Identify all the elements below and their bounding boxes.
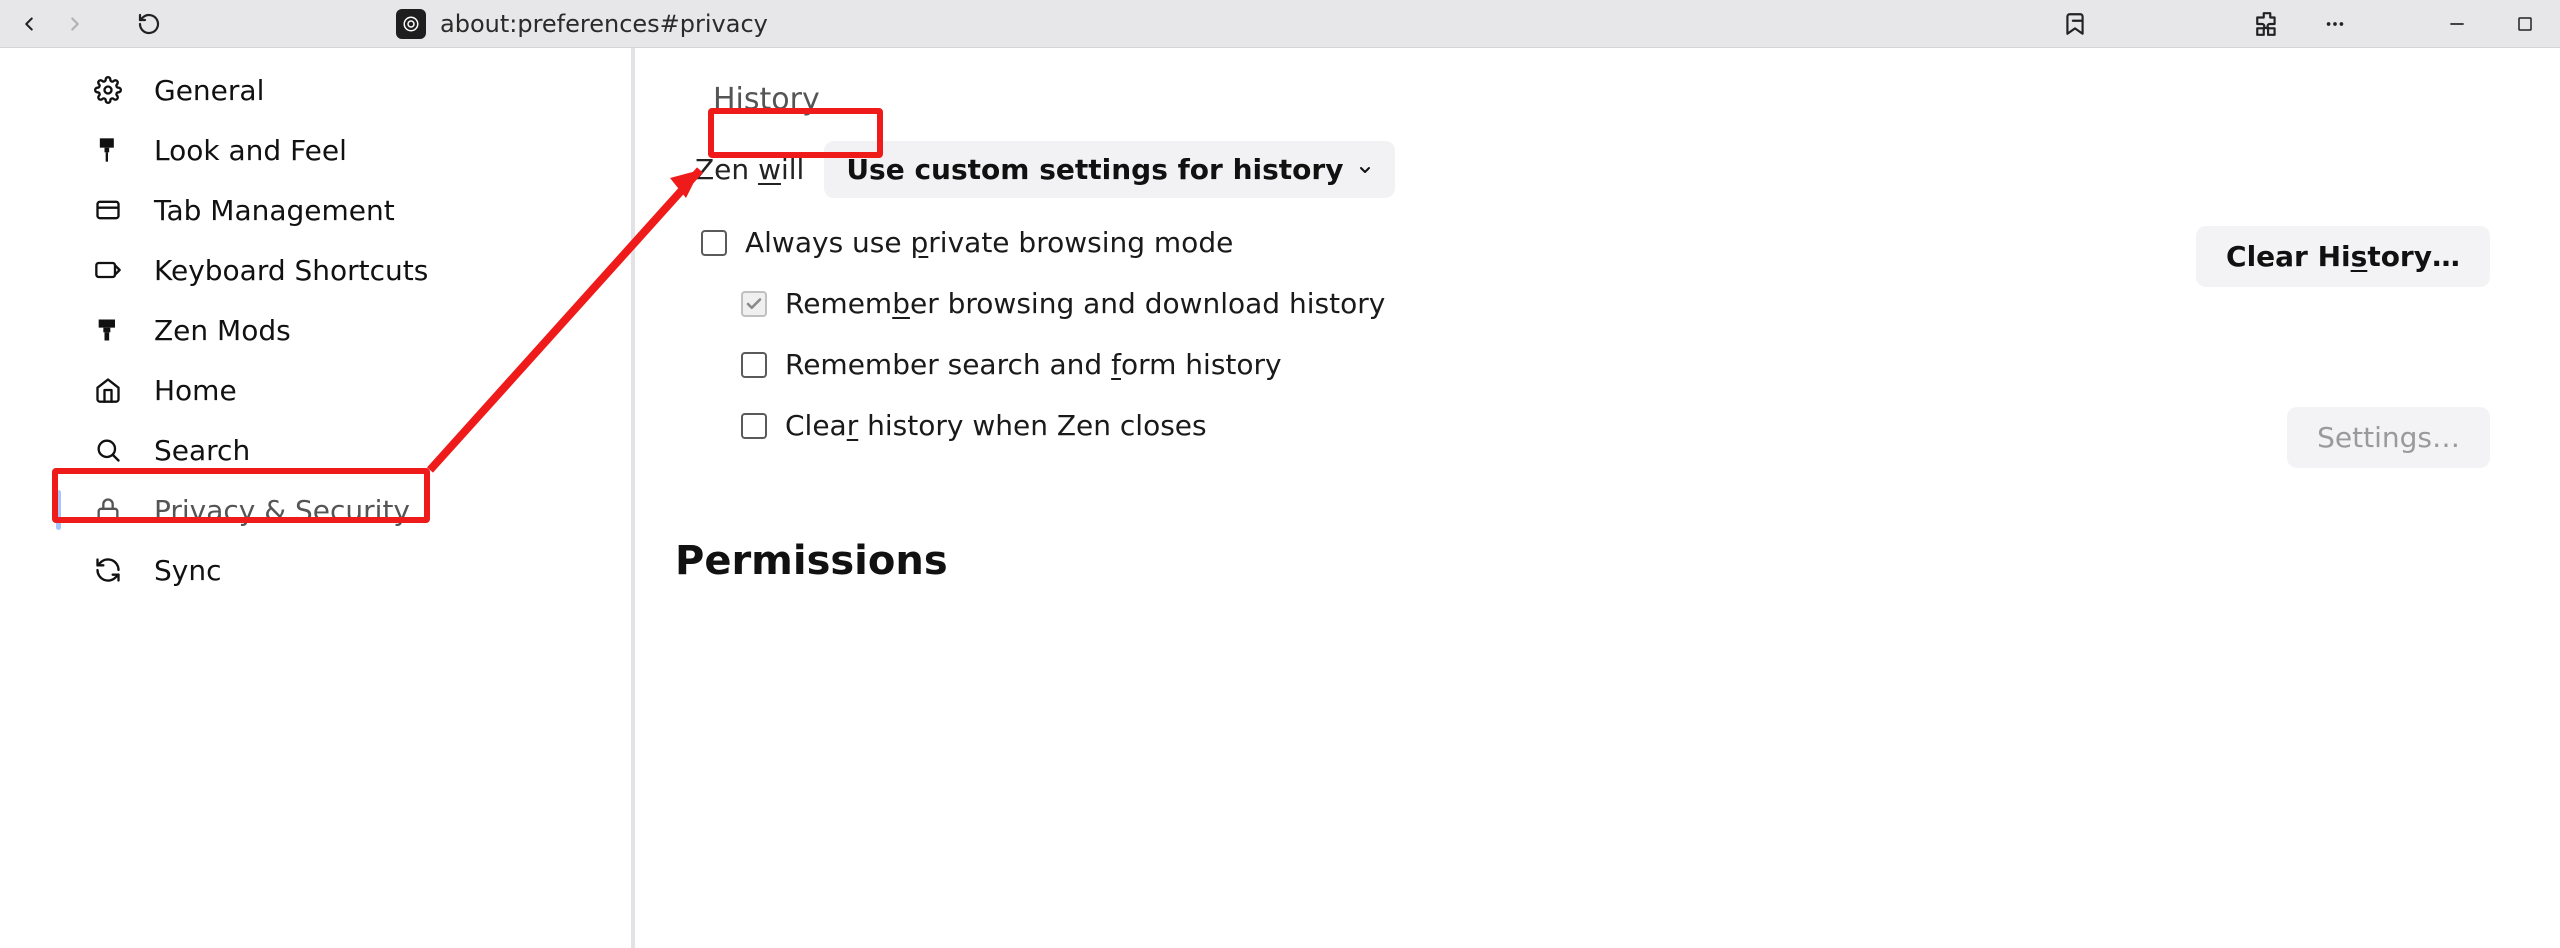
- home-icon: [92, 374, 124, 406]
- mods-icon: [92, 314, 124, 346]
- checkbox-unchecked-icon[interactable]: [741, 352, 767, 378]
- main-content: History Zen will Use custom settings for…: [635, 48, 2560, 948]
- remember-search-option[interactable]: Remember search and form history: [701, 348, 1385, 381]
- reload-button[interactable]: [130, 5, 168, 43]
- sidebar-item-sync[interactable]: Sync: [84, 540, 601, 600]
- maximize-window-button[interactable]: [2508, 5, 2542, 43]
- checkbox-unchecked-icon[interactable]: [701, 230, 727, 256]
- history-section: History Zen will Use custom settings for…: [675, 48, 2520, 478]
- history-mode-value: Use custom settings for history: [846, 153, 1343, 186]
- sidebar-item-label: Privacy & Security: [154, 494, 410, 527]
- back-button[interactable]: [10, 5, 48, 43]
- sync-icon: [92, 554, 124, 586]
- site-identity-icon: [396, 9, 426, 39]
- option-label: Always use private browsing mode: [745, 226, 1233, 259]
- browser-toolbar: about:preferences#privacy: [0, 0, 2560, 48]
- option-label: Remember browsing and download history: [785, 287, 1385, 320]
- extensions-button[interactable]: [2250, 5, 2284, 43]
- sidebar-item-home[interactable]: Home: [84, 360, 601, 420]
- menu-button[interactable]: [2318, 5, 2352, 43]
- sidebar-item-privacy-security[interactable]: Privacy & Security: [84, 480, 601, 540]
- url-text: about:preferences#privacy: [440, 10, 768, 38]
- lock-icon: [92, 494, 124, 526]
- checkbox-checked-disabled-icon: [741, 291, 767, 317]
- sidebar-item-label: General: [154, 74, 264, 107]
- sidebar-item-search[interactable]: Search: [84, 420, 601, 480]
- scrollbar-track[interactable]: [2520, 48, 2560, 948]
- history-mode-label: Zen will: [695, 153, 804, 186]
- search-icon: [92, 434, 124, 466]
- history-mode-select[interactable]: Use custom settings for history: [824, 141, 1395, 198]
- forward-button[interactable]: [56, 5, 94, 43]
- sidebar-item-general[interactable]: General: [84, 60, 601, 120]
- history-settings-button: Settings…: [2287, 407, 2490, 468]
- history-mode-row: Zen will Use custom settings for history: [695, 141, 2500, 198]
- sidebar-item-label: Look and Feel: [154, 134, 347, 167]
- sidebar-item-look-and-feel[interactable]: Look and Feel: [84, 120, 601, 180]
- minimize-window-button[interactable]: [2440, 5, 2474, 43]
- url-bar[interactable]: about:preferences#privacy: [396, 9, 2050, 39]
- clear-history-button[interactable]: Clear History…: [2196, 226, 2490, 287]
- paintbrush-icon: [92, 134, 124, 166]
- history-heading: History: [695, 78, 838, 121]
- private-mode-option[interactable]: Always use private browsing mode: [701, 226, 1385, 259]
- checkbox-unchecked-icon[interactable]: [741, 413, 767, 439]
- sidebar-item-label: Zen Mods: [154, 314, 291, 347]
- option-label: Clear history when Zen closes: [785, 409, 1207, 442]
- sidebar-item-keyboard-shortcuts[interactable]: Keyboard Shortcuts: [84, 240, 601, 300]
- sidebar-item-zen-mods[interactable]: Zen Mods: [84, 300, 601, 360]
- keyboard-shortcut-icon: [92, 254, 124, 286]
- preferences-page: General Look and Feel Tab Management Key…: [0, 48, 2560, 948]
- sidebar-item-label: Tab Management: [154, 194, 395, 227]
- sidebar-item-tab-management[interactable]: Tab Management: [84, 180, 601, 240]
- sidebar-item-label: Home: [154, 374, 237, 407]
- sidebar-item-label: Keyboard Shortcuts: [154, 254, 428, 287]
- permissions-heading: Permissions: [675, 538, 2520, 584]
- chevron-down-icon: [1357, 162, 1373, 178]
- category-sidebar: General Look and Feel Tab Management Key…: [0, 48, 635, 948]
- sidebar-item-label: Sync: [154, 554, 221, 587]
- tab-icon: [92, 194, 124, 226]
- remember-browsing-option: Remember browsing and download history: [701, 287, 1385, 320]
- gear-icon: [92, 74, 124, 106]
- clear-on-close-option[interactable]: Clear history when Zen closes: [701, 409, 1385, 442]
- option-label: Remember search and form history: [785, 348, 1282, 381]
- sidebar-item-label: Search: [154, 434, 250, 467]
- bookmark-button[interactable]: [2058, 5, 2092, 43]
